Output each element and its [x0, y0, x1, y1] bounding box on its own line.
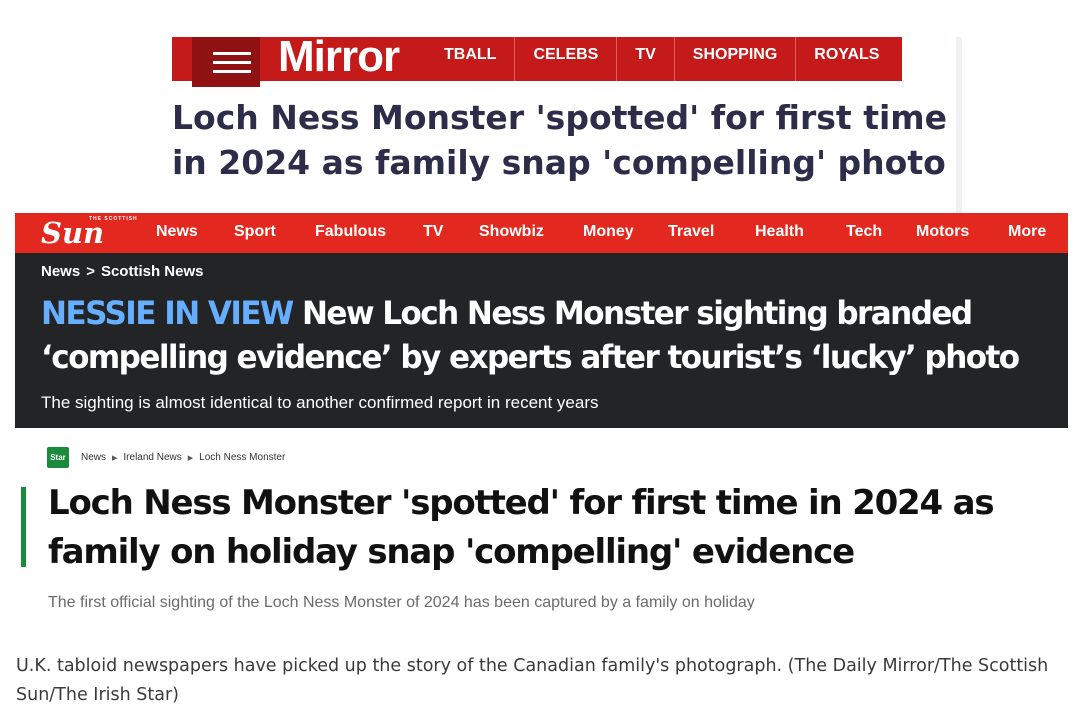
sun-breadcrumb-news[interactable]: News [41, 263, 80, 280]
mirror-panel-edge [956, 37, 962, 227]
mirror-nav-items: TBALL CELEBS TV SHOPPING ROYALS [434, 37, 897, 81]
star-breadcrumb: News ▶ Ireland News ▶ Loch Ness Monster [81, 452, 285, 463]
sun-nav-item-motors[interactable]: Motors [916, 213, 1008, 253]
mirror-nav-item-celebs[interactable]: CELEBS [514, 37, 616, 81]
mirror-nav-item-football[interactable]: TBALL [434, 37, 514, 81]
caret-right-icon: ▶ [112, 454, 118, 462]
mirror-screenshot-panel: Mirror TBALL CELEBS TV SHOPPING ROYALS L… [162, 35, 962, 227]
headline-accent-bar [21, 487, 26, 567]
sun-breadcrumb: News > Scottish News [41, 263, 203, 280]
sun-nav-item-news[interactable]: News [156, 213, 234, 253]
hamburger-menu-icon[interactable] [192, 37, 260, 87]
sun-headline: NESSIE IN VIEW New Loch Ness Monster sig… [41, 291, 1021, 379]
star-headline: Loch Ness Monster 'spotted' for first ti… [48, 483, 995, 572]
star-subheadline: The first official sighting of the Loch … [48, 594, 755, 611]
mirror-logo[interactable]: Mirror [278, 35, 400, 79]
sun-navbar: THE SCOTTISH Sun News Sport Fabulous TV … [15, 213, 1068, 253]
sun-nav-item-travel[interactable]: Travel [668, 213, 755, 253]
sun-breadcrumb-scottish-news[interactable]: Scottish News [101, 263, 204, 280]
sun-nav-item-health[interactable]: Health [755, 213, 846, 253]
star-breadcrumb-ireland-news[interactable]: Ireland News [123, 452, 181, 463]
sun-kicker: NESSIE IN VIEW [41, 294, 294, 332]
sun-logo[interactable]: Sun [41, 216, 104, 250]
star-logo[interactable]: Star [47, 447, 69, 468]
caret-right-icon: ▶ [187, 454, 194, 462]
sun-nav-item-sport[interactable]: Sport [234, 213, 315, 253]
sun-nav-item-tv[interactable]: TV [423, 213, 479, 253]
mirror-nav-item-tv[interactable]: TV [616, 37, 673, 81]
star-breadcrumb-loch-ness-monster[interactable]: Loch Ness Monster [199, 452, 285, 463]
sun-nav-item-fabulous[interactable]: Fabulous [315, 213, 423, 253]
mirror-headline: Loch Ness Monster 'spotted' for first ti… [172, 98, 948, 182]
sun-screenshot-panel: THE SCOTTISH Sun News Sport Fabulous TV … [15, 213, 1068, 428]
star-screenshot-panel: Star News ▶ Ireland News ▶ Loch Ness Mon… [15, 428, 1068, 630]
breadcrumb-separator: > [86, 263, 95, 280]
image-caption: U.K. tabloid newspapers have picked up t… [16, 656, 1049, 705]
sun-nav-item-more[interactable]: More [1008, 213, 1056, 253]
sun-subheadline: The sighting is almost identical to anot… [41, 393, 599, 412]
sun-nav-item-showbiz[interactable]: Showbiz [479, 213, 583, 253]
mirror-navbar: Mirror TBALL CELEBS TV SHOPPING ROYALS [172, 35, 902, 87]
star-breadcrumb-news[interactable]: News [81, 452, 106, 463]
sun-nav-item-money[interactable]: Money [583, 213, 668, 253]
sun-nav-items: News Sport Fabulous TV Showbiz Money Tra… [156, 213, 1056, 253]
mirror-nav-item-royals[interactable]: ROYALS [795, 37, 897, 81]
mirror-nav-item-shopping[interactable]: SHOPPING [673, 37, 795, 81]
sun-nav-item-tech[interactable]: Tech [846, 213, 916, 253]
